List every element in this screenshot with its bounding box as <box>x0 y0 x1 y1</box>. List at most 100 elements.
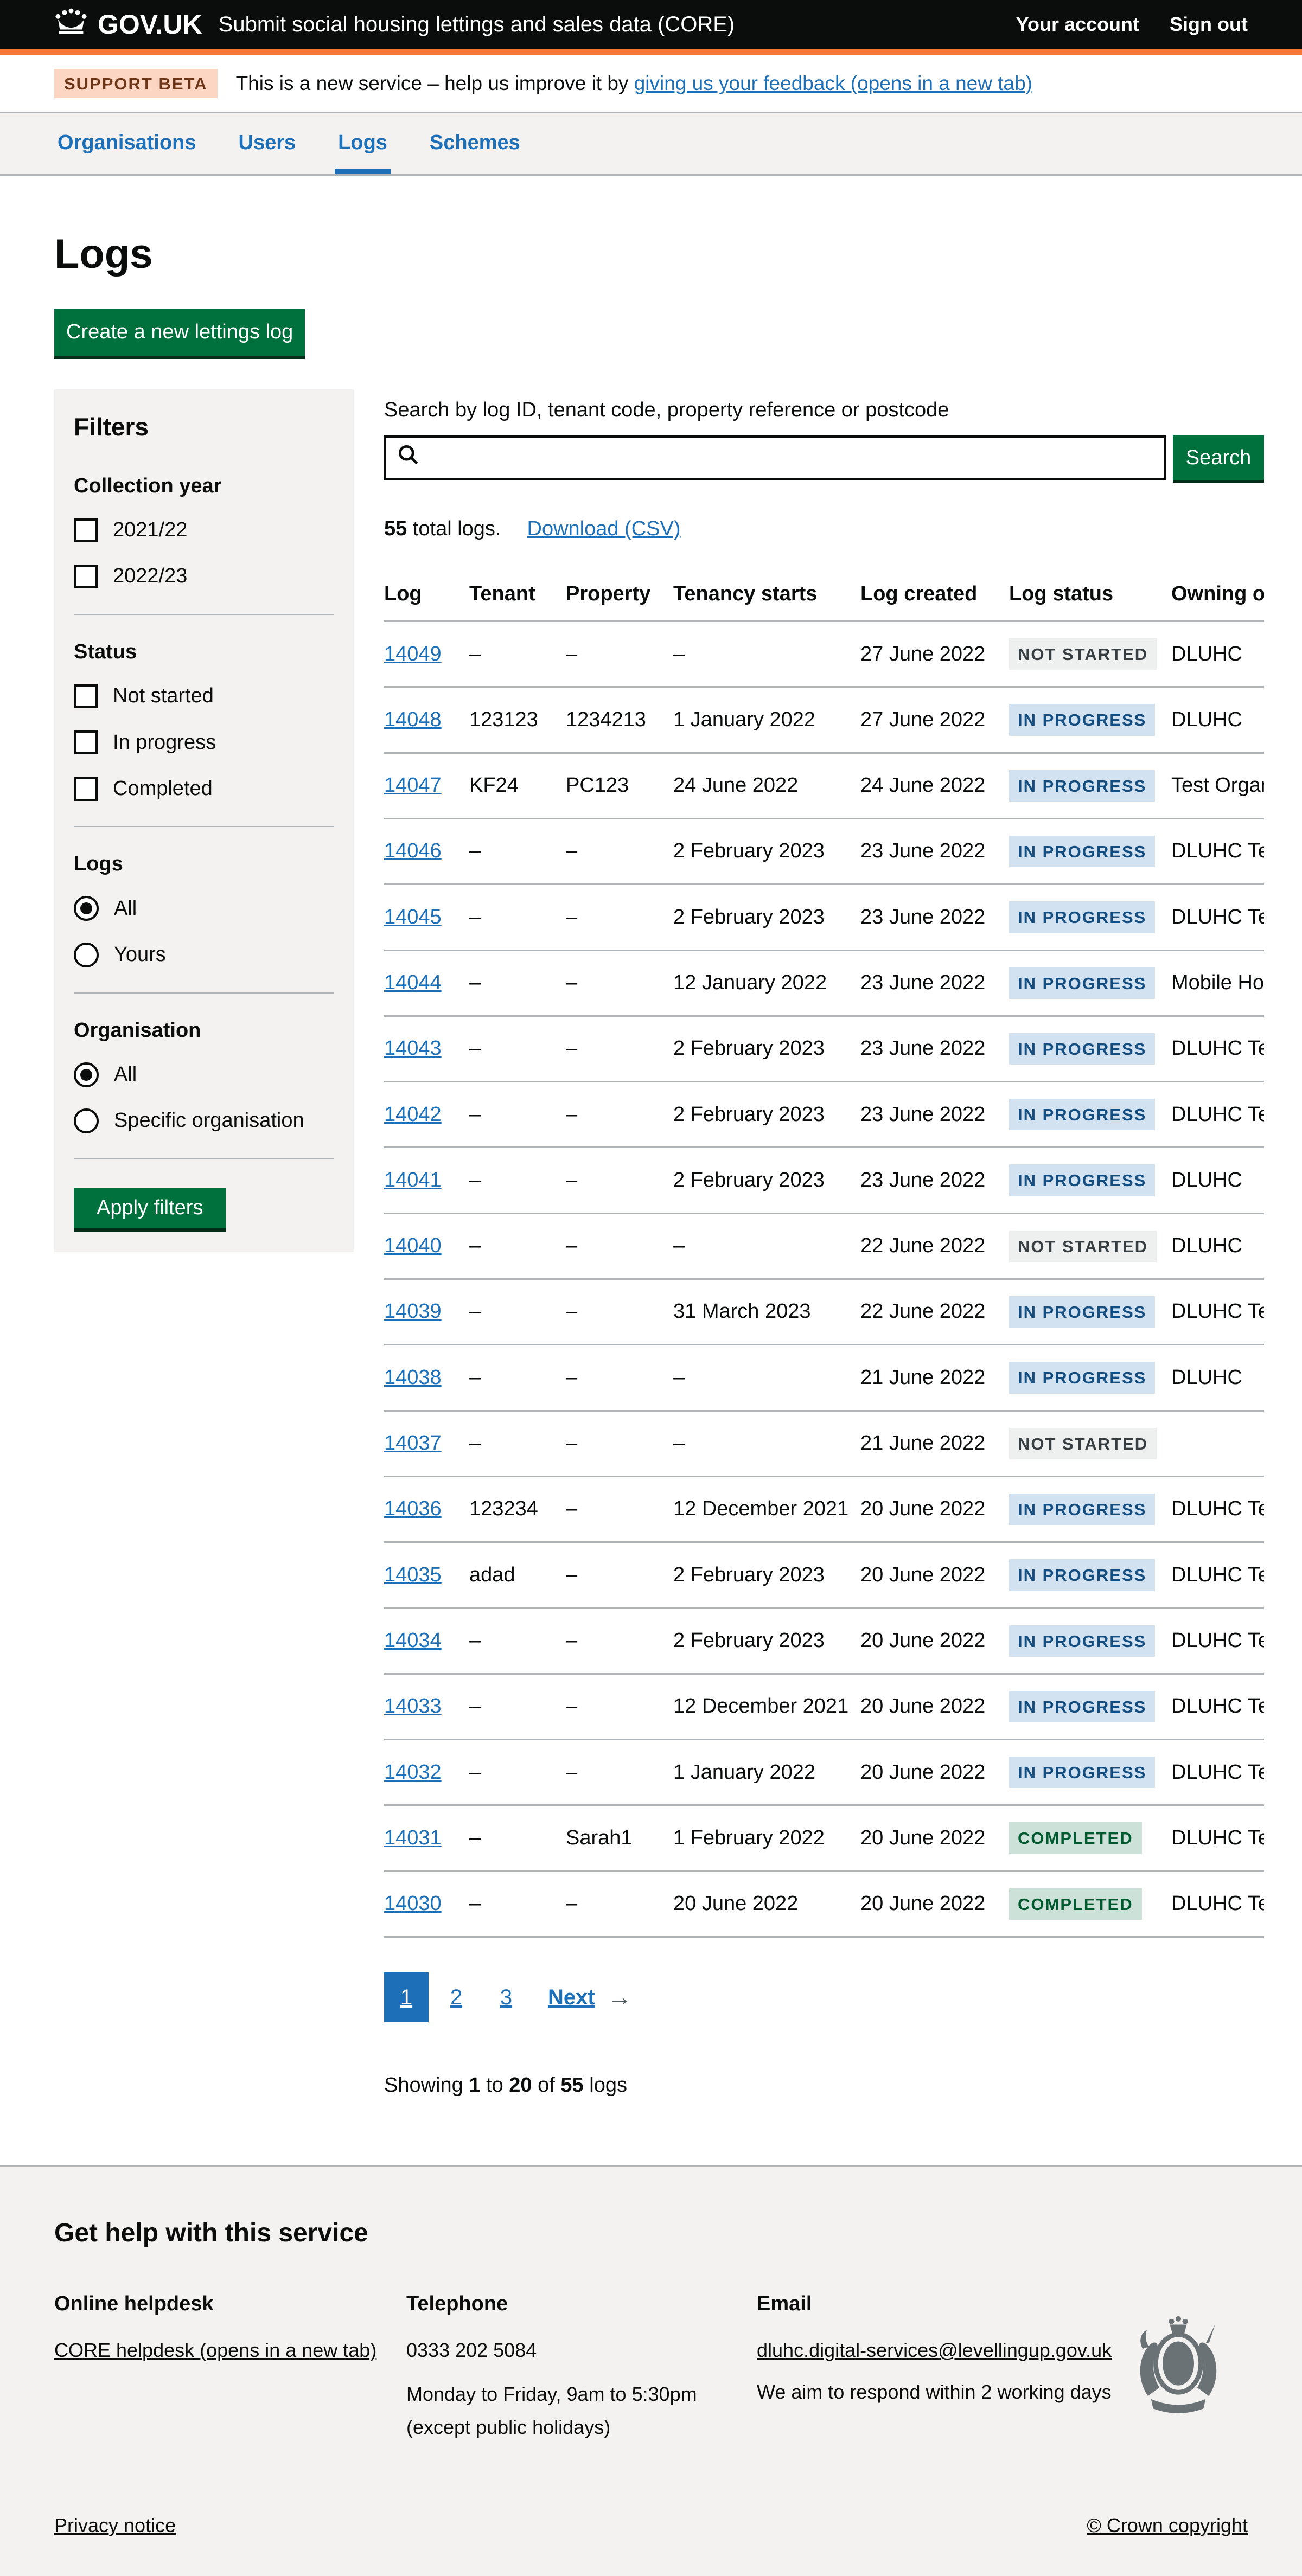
helpdesk-title: Online helpdesk <box>54 2291 406 2317</box>
apply-filters-button[interactable]: Apply filters <box>74 1188 226 1228</box>
filter-option-specific-organisation: Specific organisation <box>74 1107 334 1134</box>
phase-banner: SUPPORT BETA This is a new service – hel… <box>0 55 1302 113</box>
crown-copyright-link[interactable]: © Crown copyright <box>1087 2513 1248 2539</box>
govuk-logotype[interactable]: GOV.UK <box>98 7 202 42</box>
sign-out-link[interactable]: Sign out <box>1170 12 1248 37</box>
search-box <box>384 435 1166 480</box>
log-link[interactable]: 14037 <box>384 1432 442 1454</box>
log-link[interactable]: 14049 <box>384 643 442 665</box>
cell-property: – <box>566 1345 673 1411</box>
column-header-log: Log <box>384 572 469 621</box>
cell-log: 14034 <box>384 1608 469 1674</box>
cell-tenant: – <box>469 885 566 950</box>
radio-all[interactable] <box>74 1062 99 1087</box>
radio-yours[interactable] <box>74 943 99 967</box>
cell-log-created: 20 June 2022 <box>860 1674 1009 1739</box>
create-lettings-log-button[interactable]: Create a new lettings log <box>54 309 305 355</box>
cell-log: 14040 <box>384 1213 469 1279</box>
main-content: Logs Create a new lettings log Filters C… <box>0 228 1302 2120</box>
cell-log-created: 23 June 2022 <box>860 1082 1009 1148</box>
pagination-page-3[interactable]: 3 <box>484 1972 528 2022</box>
nav-tab-logs[interactable]: Logs <box>335 113 391 174</box>
privacy-notice-link[interactable]: Privacy notice <box>54 2513 176 2539</box>
checkbox-in-progress[interactable] <box>74 730 98 754</box>
cell-log-created: 23 June 2022 <box>860 950 1009 1016</box>
cell-owning-organisation <box>1171 1411 1264 1476</box>
pagination-next-link[interactable]: Next <box>548 1983 595 2011</box>
log-link[interactable]: 14035 <box>384 1563 442 1586</box>
log-link[interactable]: 14043 <box>384 1037 442 1060</box>
cell-log-created: 23 June 2022 <box>860 1016 1009 1081</box>
log-link[interactable]: 14045 <box>384 906 442 928</box>
cell-log-status: IN PROGRESS <box>1009 950 1171 1016</box>
core-helpdesk-link[interactable]: CORE helpdesk (opens in a new tab) <box>54 2339 376 2361</box>
header-logo-group[interactable]: GOV.UK Submit social housing lettings an… <box>54 7 735 42</box>
cell-property: – <box>566 1476 673 1542</box>
service-name[interactable]: Submit social housing lettings and sales… <box>219 10 735 39</box>
cell-tenancy-starts: 1 February 2022 <box>673 1805 860 1871</box>
cell-log-status: NOT STARTED <box>1009 1213 1171 1279</box>
log-link[interactable]: 14048 <box>384 708 442 731</box>
radio-all[interactable] <box>74 896 99 921</box>
table-header-row: LogTenantPropertyTenancy startsLog creat… <box>384 572 1264 621</box>
filter-group-label-logs: Logs <box>74 851 334 877</box>
log-link[interactable]: 14033 <box>384 1695 442 1718</box>
cell-log-status: IN PROGRESS <box>1009 1082 1171 1148</box>
table-row: 14047KF24PC12324 June 202224 June 2022IN… <box>384 753 1264 818</box>
log-link[interactable]: 14034 <box>384 1629 442 1652</box>
telephone-title: Telephone <box>406 2291 757 2317</box>
cell-owning-organisation: Mobile Housing <box>1171 950 1264 1016</box>
nav-tab-organisations[interactable]: Organisations <box>54 113 200 174</box>
download-csv-link[interactable]: Download (CSV) <box>527 517 681 540</box>
table-row: 14035adad–2 February 202320 June 2022IN … <box>384 1542 1264 1608</box>
radio-specific-organisation[interactable] <box>74 1108 99 1133</box>
cell-log: 14045 <box>384 885 469 950</box>
cell-owning-organisation: DLUHC Test <box>1171 1871 1264 1937</box>
log-link[interactable]: 14036 <box>384 1497 442 1520</box>
cell-tenancy-starts: 2 February 2023 <box>673 1016 860 1081</box>
logs-table: LogTenantPropertyTenancy startsLog creat… <box>384 572 1264 1938</box>
table-row: 14042––2 February 202323 June 2022IN PRO… <box>384 1082 1264 1148</box>
log-link[interactable]: 14044 <box>384 971 442 994</box>
table-row: 14043––2 February 202323 June 2022IN PRO… <box>384 1016 1264 1081</box>
cell-property: – <box>566 1674 673 1739</box>
log-link[interactable]: 14031 <box>384 1827 442 1849</box>
log-link[interactable]: 14040 <box>384 1234 442 1257</box>
log-link[interactable]: 14041 <box>384 1169 442 1191</box>
log-link[interactable]: 14039 <box>384 1300 442 1323</box>
search-label: Search by log ID, tenant code, property … <box>384 397 1264 424</box>
cell-tenant: – <box>469 1805 566 1871</box>
cell-log: 14049 <box>384 621 469 687</box>
feedback-link[interactable]: giving us your feedback (opens in a new … <box>634 72 1032 94</box>
checkbox-2022-23[interactable] <box>74 565 98 588</box>
your-account-link[interactable]: Your account <box>1016 12 1139 37</box>
email-link[interactable]: dluhc.digital-services@levellingup.gov.u… <box>757 2339 1112 2361</box>
cell-log: 14043 <box>384 1016 469 1081</box>
status-badge: IN PROGRESS <box>1009 704 1155 735</box>
cell-tenant: – <box>469 1082 566 1148</box>
status-badge: IN PROGRESS <box>1009 1099 1155 1130</box>
nav-tab-users[interactable]: Users <box>235 113 299 174</box>
filter-divider <box>74 992 334 994</box>
search-input[interactable] <box>427 446 1154 470</box>
search-button[interactable]: Search <box>1173 435 1264 480</box>
log-link[interactable]: 14032 <box>384 1761 442 1784</box>
status-badge: COMPLETED <box>1009 1888 1142 1920</box>
status-badge: IN PROGRESS <box>1009 1757 1155 1788</box>
checkbox-2021-22[interactable] <box>74 518 98 542</box>
pagination-page-2[interactable]: 2 <box>434 1972 478 2022</box>
checkbox-not-started[interactable] <box>74 684 98 708</box>
cell-log-created: 20 June 2022 <box>860 1871 1009 1937</box>
log-link[interactable]: 14042 <box>384 1103 442 1126</box>
cell-log-created: 23 June 2022 <box>860 1148 1009 1213</box>
log-link[interactable]: 14030 <box>384 1892 442 1915</box>
cell-log: 14033 <box>384 1674 469 1739</box>
log-link[interactable]: 14046 <box>384 840 442 862</box>
checkbox-completed[interactable] <box>74 777 98 801</box>
log-link[interactable]: 14038 <box>384 1366 442 1389</box>
nav-tab-schemes[interactable]: Schemes <box>426 113 524 174</box>
table-row: 14034––2 February 202320 June 2022IN PRO… <box>384 1608 1264 1674</box>
log-link[interactable]: 14047 <box>384 774 442 797</box>
pagination-page-1[interactable]: 1 <box>384 1972 429 2022</box>
showing-to: 20 <box>509 2074 532 2097</box>
